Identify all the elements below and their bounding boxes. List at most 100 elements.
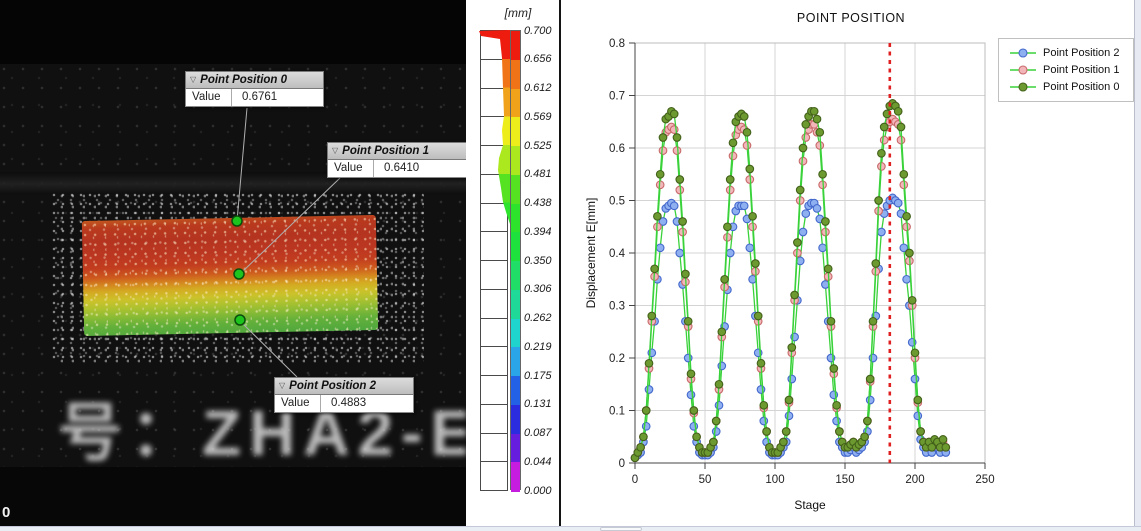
histogram-cell [480, 404, 508, 434]
svg-text:50: 50 [699, 474, 712, 486]
svg-text:0.2: 0.2 [609, 353, 625, 365]
colorbar-tick-label: 0.700 [524, 25, 560, 37]
svg-text:250: 250 [975, 474, 994, 486]
histogram-cell [480, 59, 508, 89]
chart-title: POINT POSITION [561, 11, 1141, 25]
colorbar-tick-label: 0.481 [524, 168, 560, 180]
legend-marker-icon [1009, 65, 1037, 75]
colorbar-segment [511, 117, 520, 146]
histogram-cell [480, 346, 508, 376]
colorbar-tick-label: 0.306 [524, 283, 560, 295]
histogram-cell [480, 231, 508, 261]
colorbar-segment [511, 175, 520, 204]
colorbar-tick-label: 0.175 [524, 370, 560, 382]
value-field-label: Value [275, 395, 321, 412]
colorbar-segment [511, 376, 520, 405]
stage-indicator: 0 [2, 504, 10, 521]
histogram-cell [480, 203, 508, 233]
colorbar-panel: [mm] 0.7000.6560.6120.5690.5250.4810.438… [466, 0, 561, 526]
annotation-title: Point Position 2 [289, 380, 376, 392]
colorbar-tick-label: 0.262 [524, 312, 560, 324]
svg-text:0.5: 0.5 [609, 196, 625, 208]
colorbar-tick-label: 0.525 [524, 140, 560, 152]
camera-top-bar [0, 0, 466, 64]
histogram-cell [480, 375, 508, 405]
legend-item-point-position-0[interactable]: Point Position 0 [1009, 81, 1125, 93]
value-field: 0.4883 [321, 395, 413, 412]
colorbar-tick-label: 0.394 [524, 226, 560, 238]
colorbar-segment [511, 146, 520, 175]
window-right-edge [1134, 0, 1141, 531]
annotation-title: Point Position 0 [200, 74, 287, 86]
colorbar-segment [511, 60, 520, 89]
legend-item-point-position-1[interactable]: Point Position 1 [1009, 64, 1125, 76]
colorbar-tick-label: 0.000 [524, 485, 560, 497]
colorbar-segment [511, 405, 520, 434]
histogram-cell [480, 433, 508, 463]
svg-text:0.3: 0.3 [609, 301, 625, 313]
camera-view-panel: 号：ZHA2-E ▽ Point Position 0 Value 0.6761 [0, 0, 466, 526]
colorbar-tick-label: 0.569 [524, 111, 560, 123]
annotation-point-position-0[interactable]: ▽ Point Position 0 Value 0.6761 [185, 71, 324, 107]
scrollbar-thumb[interactable] [600, 527, 642, 531]
colorbar-tick-label: 0.087 [524, 427, 560, 439]
gridlines [635, 43, 985, 463]
colorbar-segment [511, 261, 520, 290]
histogram-cell [480, 30, 508, 60]
value-field-label: Value [328, 160, 374, 177]
svg-text:0: 0 [632, 474, 638, 486]
value-field-label: Value [186, 89, 232, 106]
specimen-displacement-colormap [82, 215, 378, 336]
colorbar-segment [511, 204, 520, 233]
colorbar-segment [511, 89, 520, 118]
histogram-cell [480, 461, 508, 491]
x-axis-label: Stage [750, 498, 870, 512]
histogram-cell [480, 116, 508, 146]
y-axis-label: Displacement E[mm] [584, 198, 598, 309]
annotation-point-position-1[interactable]: ▽ Point Position 1 Value 0.6410 [327, 142, 466, 178]
legend-label: Point Position 0 [1043, 81, 1119, 93]
collapse-triangle-icon[interactable]: ▽ [279, 382, 285, 390]
camera-bottom-bar [0, 467, 466, 526]
svg-text:0.1: 0.1 [609, 406, 625, 418]
histogram-cell [480, 260, 508, 290]
annotation-title: Point Position 1 [342, 145, 429, 157]
colorbar-tick-label: 0.350 [524, 255, 560, 267]
collapse-triangle-icon[interactable]: ▽ [332, 147, 338, 155]
dic-measurement-app: 号：ZHA2-E ▽ Point Position 0 Value 0.6761 [0, 0, 1141, 531]
colorbar-segment [511, 434, 520, 463]
svg-text:0: 0 [619, 458, 625, 470]
collapse-triangle-icon[interactable]: ▽ [190, 76, 196, 84]
legend-marker-icon [1009, 82, 1037, 92]
colorbar-tick-label: 0.612 [524, 82, 560, 94]
value-field: 0.6761 [232, 89, 323, 106]
svg-text:100: 100 [765, 474, 784, 486]
colorbar-segment [511, 319, 520, 348]
annotation-point-position-2[interactable]: ▽ Point Position 2 Value 0.4883 [274, 377, 414, 413]
chart-panel: 00.10.20.30.40.50.60.70.8050100150200250… [561, 0, 1141, 531]
svg-text:200: 200 [905, 474, 924, 486]
colorbar-segment [511, 290, 520, 319]
horizontal-scrollbar[interactable] [0, 526, 1141, 531]
chart-legend: Point Position 2 Point Position 1 Point Po… [998, 38, 1134, 102]
svg-text:0.8: 0.8 [609, 38, 625, 50]
legend-label: Point Position 1 [1043, 64, 1119, 76]
colorbar-scale [510, 30, 521, 490]
histogram-cell [480, 318, 508, 348]
colorbar-tick-label: 0.219 [524, 341, 560, 353]
histogram-cell [480, 174, 508, 204]
legend-label: Point Position 2 [1043, 47, 1119, 59]
svg-text:0.6: 0.6 [609, 143, 625, 155]
colorbar-histogram [480, 30, 508, 490]
histogram-cell [480, 289, 508, 319]
svg-text:0.7: 0.7 [609, 91, 625, 103]
colorbar-tick-label: 0.044 [524, 456, 560, 468]
colorbar-tick-label: 0.438 [524, 197, 560, 209]
colorbar-tick-label: 0.656 [524, 53, 560, 65]
colorbar-tick-label: 0.131 [524, 398, 560, 410]
histogram-cell [480, 88, 508, 118]
colorbar-segment [511, 347, 520, 376]
histogram-cell [480, 145, 508, 175]
legend-marker-icon [1009, 48, 1037, 58]
legend-item-point-position-2[interactable]: Point Position 2 [1009, 47, 1125, 59]
